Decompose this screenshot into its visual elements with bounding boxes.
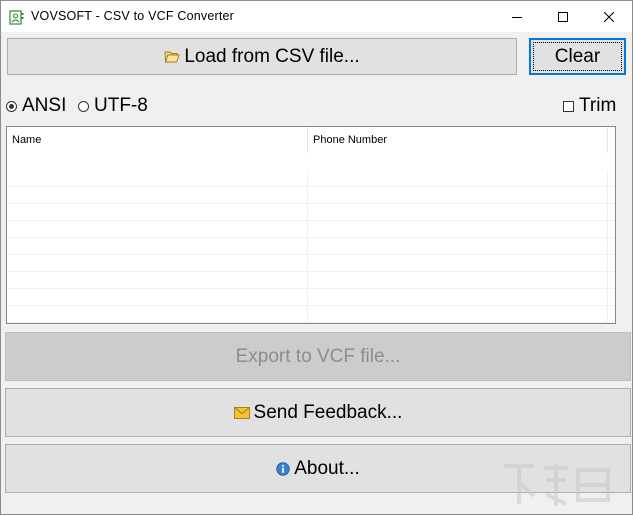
cell-name[interactable] xyxy=(7,238,308,254)
envelope-icon xyxy=(233,406,250,419)
cell-phone[interactable] xyxy=(308,306,608,322)
radio-ansi-indicator[interactable] xyxy=(6,100,17,112)
table-row[interactable] xyxy=(7,289,615,306)
load-csv-label: Load from CSV file... xyxy=(184,45,360,67)
export-vcf-label: Export to VCF file... xyxy=(235,345,401,367)
table-row[interactable] xyxy=(7,255,615,272)
table-row[interactable] xyxy=(7,306,615,323)
minimize-button[interactable] xyxy=(494,1,540,32)
info-icon xyxy=(276,461,290,476)
cell-phone[interactable] xyxy=(308,272,608,288)
table-row[interactable] xyxy=(7,187,615,204)
cell-phone[interactable] xyxy=(308,170,608,186)
table-row[interactable] xyxy=(7,272,615,289)
minimize-icon xyxy=(512,16,522,18)
cell-name[interactable] xyxy=(7,221,308,237)
cell-phone[interactable] xyxy=(308,221,608,237)
send-feedback-label: Send Feedback... xyxy=(253,401,403,423)
export-vcf-button[interactable]: Export to VCF file... xyxy=(5,332,631,381)
contacts-table[interactable]: Name Phone Number xyxy=(6,126,616,324)
cell-phone[interactable] xyxy=(308,289,608,305)
watermark-logo-icon xyxy=(504,464,610,506)
title-bar[interactable]: VOVSOFT - CSV to VCF Converter xyxy=(1,1,632,32)
close-icon xyxy=(604,11,614,22)
cell-name[interactable] xyxy=(7,255,308,271)
radio-ansi[interactable]: ANSI xyxy=(6,95,67,116)
app-contact-icon xyxy=(9,10,24,25)
radio-ansi-label: ANSI xyxy=(22,95,67,116)
cell-name[interactable] xyxy=(7,187,308,203)
clear-button[interactable]: Clear xyxy=(529,38,626,75)
trim-checkbox[interactable]: Trim xyxy=(563,95,617,116)
load-csv-button[interactable]: Load from CSV file... xyxy=(7,38,517,75)
cell-phone[interactable] xyxy=(308,187,608,203)
radio-utf8[interactable]: UTF-8 xyxy=(78,95,148,116)
close-button[interactable] xyxy=(586,1,632,32)
maximize-button[interactable] xyxy=(540,1,586,32)
radio-utf8-label: UTF-8 xyxy=(94,95,148,116)
table-row[interactable] xyxy=(7,238,615,255)
folder-open-icon xyxy=(164,51,180,62)
app-window: VOVSOFT - CSV to VCF Converter Load from… xyxy=(0,0,633,515)
about-label: About... xyxy=(294,457,360,479)
cell-phone[interactable] xyxy=(308,255,608,271)
table-header: Name Phone Number xyxy=(7,127,615,153)
cell-name[interactable] xyxy=(7,289,308,305)
table-row[interactable] xyxy=(7,170,615,187)
column-header-name[interactable]: Name xyxy=(7,127,308,153)
radio-utf8-indicator[interactable] xyxy=(78,100,89,112)
cell-name[interactable] xyxy=(7,272,308,288)
trim-checkbox-box[interactable] xyxy=(563,100,574,112)
table-row[interactable] xyxy=(7,221,615,238)
window-title: VOVSOFT - CSV to VCF Converter xyxy=(31,9,235,23)
table-row[interactable] xyxy=(7,204,615,221)
send-feedback-button[interactable]: Send Feedback... xyxy=(5,388,631,437)
cell-name[interactable] xyxy=(7,204,308,220)
trim-label: Trim xyxy=(579,95,617,116)
cell-phone[interactable] xyxy=(308,238,608,254)
cell-phone[interactable] xyxy=(308,204,608,220)
maximize-icon xyxy=(558,11,568,22)
cell-name[interactable] xyxy=(7,306,308,322)
column-header-phone[interactable]: Phone Number xyxy=(308,127,608,153)
clear-label: Clear xyxy=(554,45,601,67)
cell-name[interactable] xyxy=(7,170,308,186)
